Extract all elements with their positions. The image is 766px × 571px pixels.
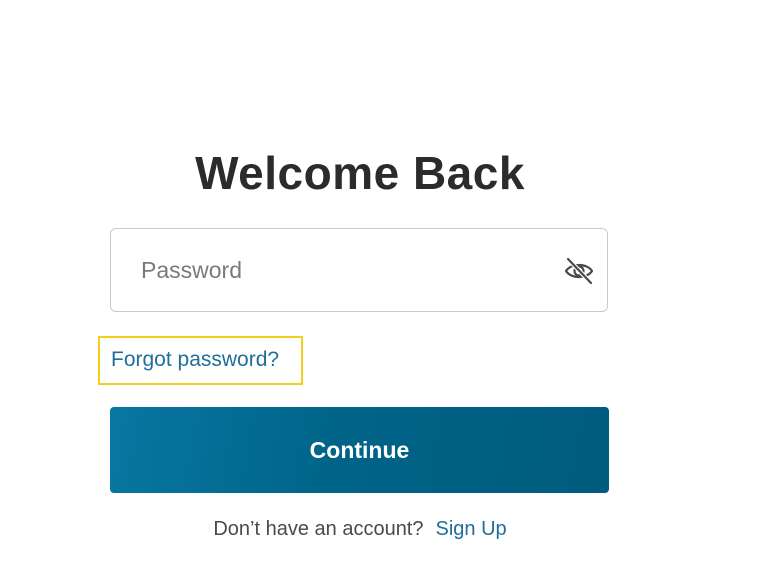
continue-button[interactable]: Continue [110, 407, 609, 493]
password-input[interactable] [141, 229, 541, 311]
page-title: Welcome Back [195, 147, 525, 199]
sign-up-link[interactable]: Sign Up [436, 518, 507, 540]
eye-slash-icon[interactable] [563, 256, 595, 286]
password-field [110, 228, 608, 312]
signup-row: Don’t have an account? Sign Up [0, 518, 720, 541]
signup-prompt: Don’t have an account? [213, 518, 424, 540]
forgot-password-link[interactable]: Forgot password? [111, 348, 279, 372]
